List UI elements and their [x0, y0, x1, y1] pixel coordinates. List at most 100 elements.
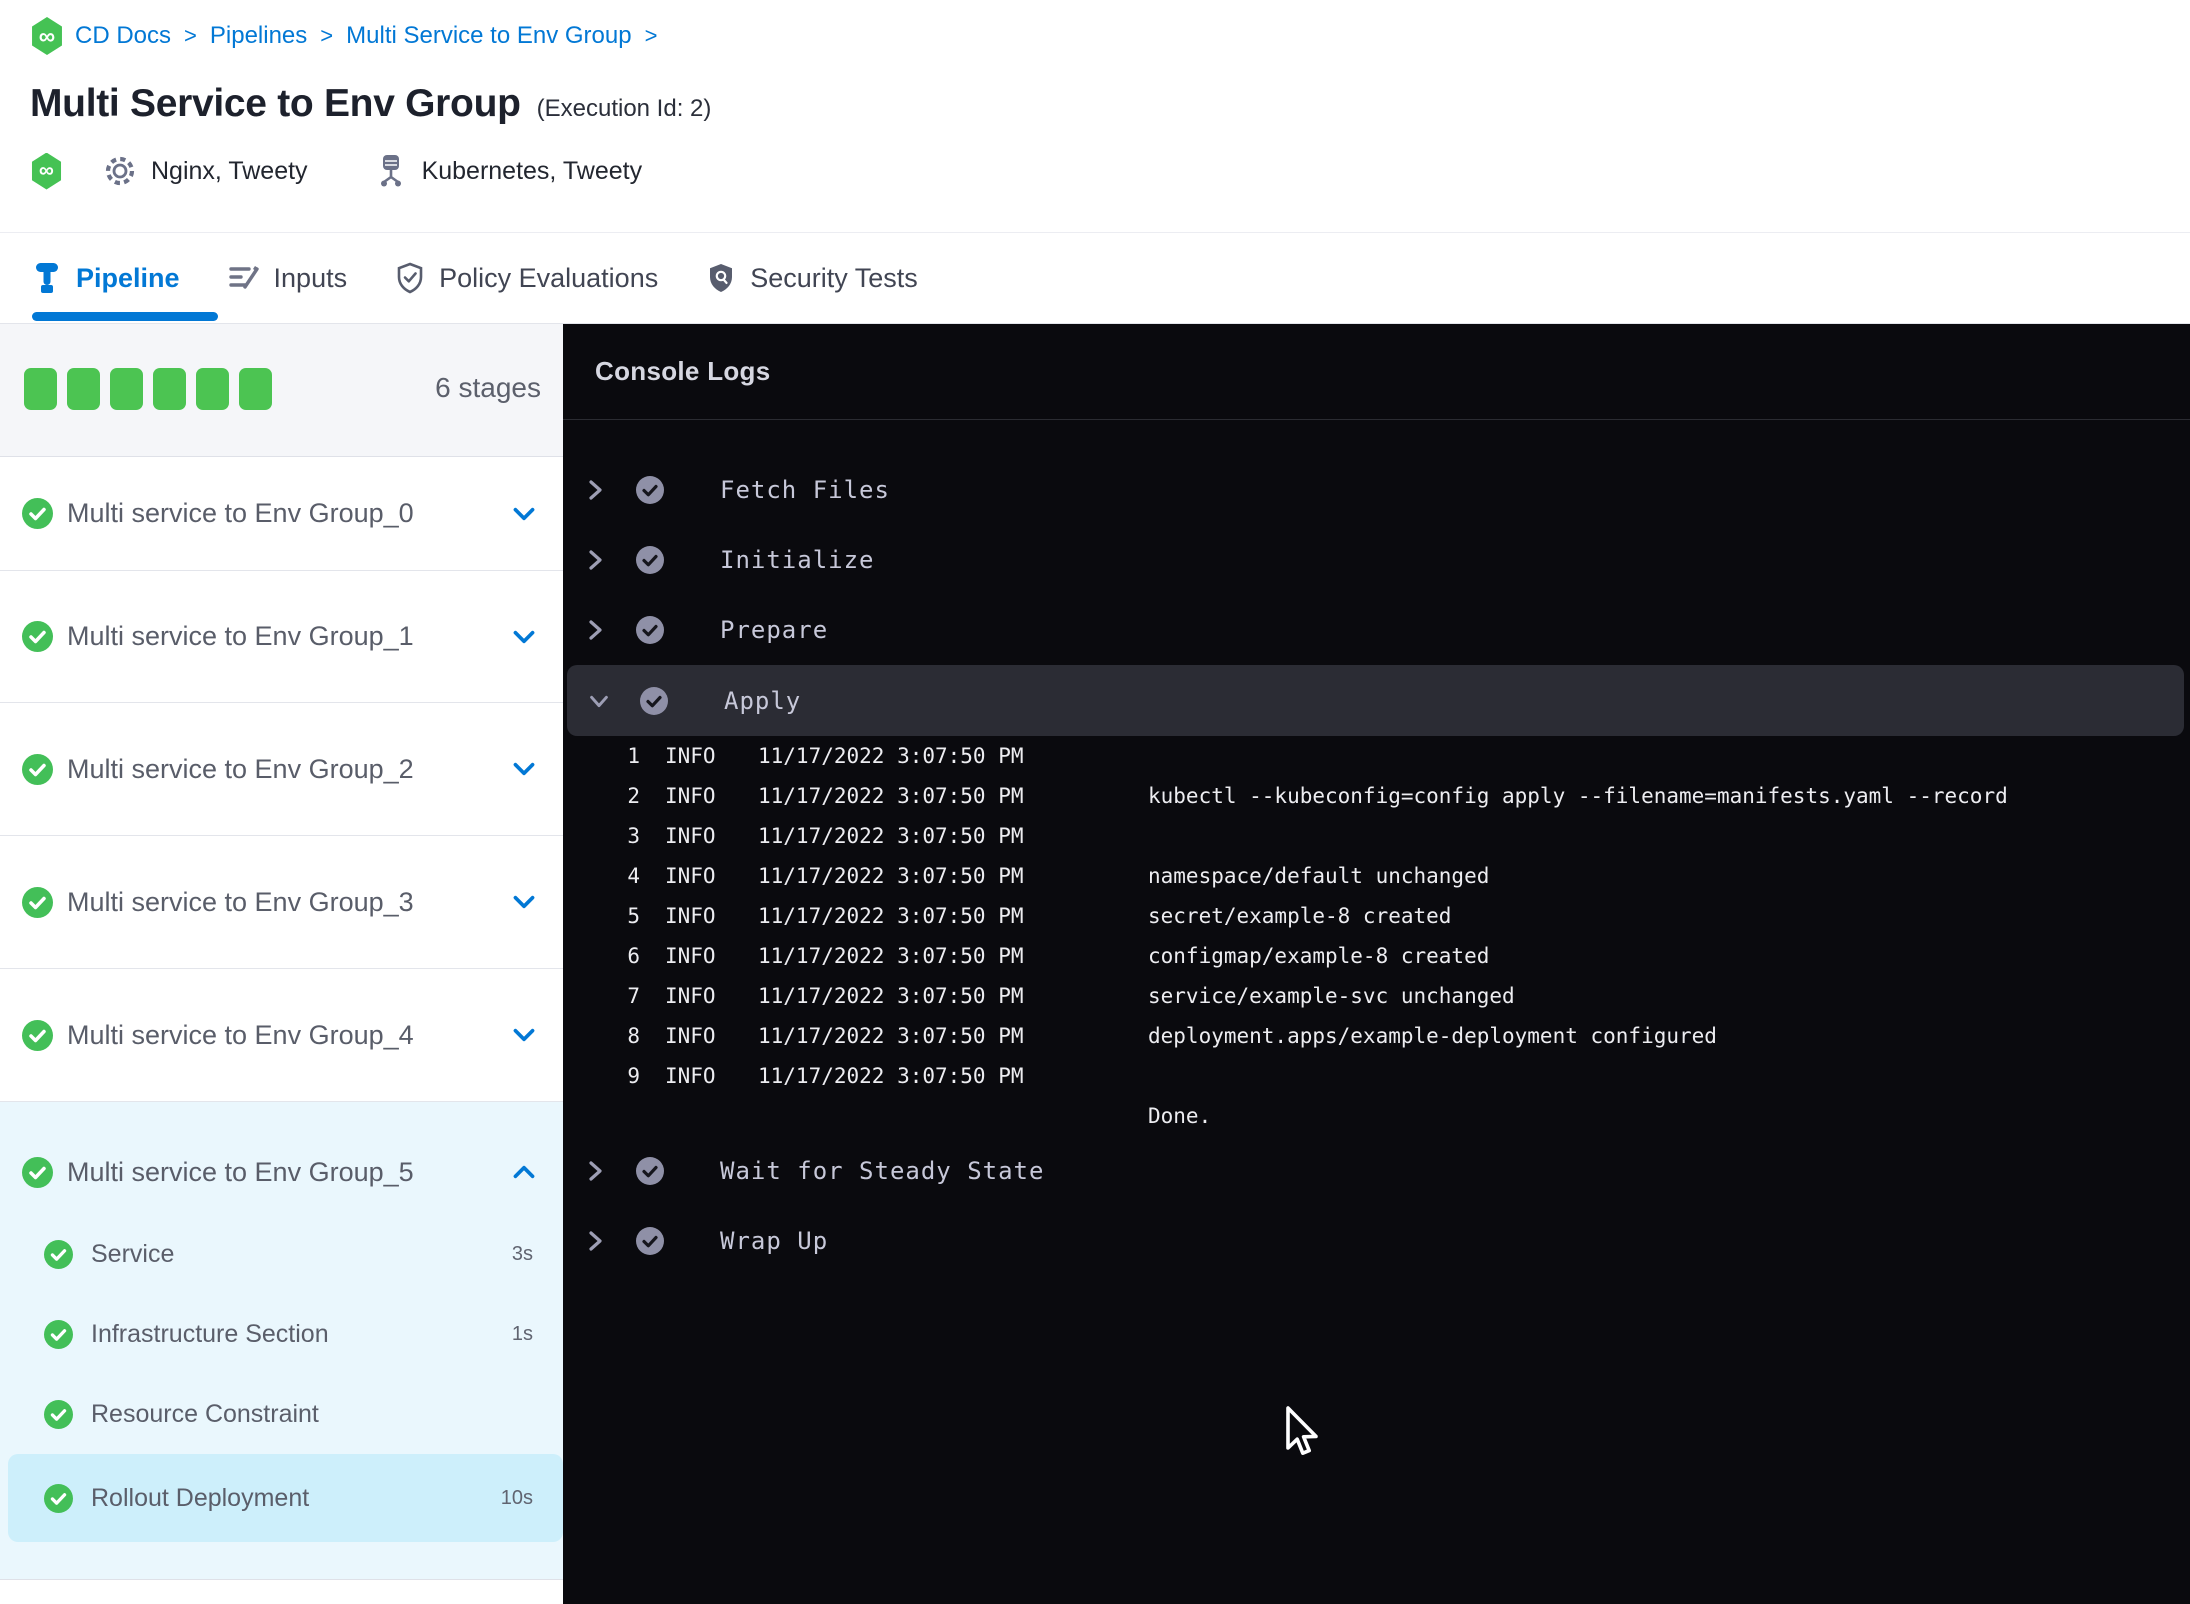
- log-line: 9 INFO 11/17/2022 3:07:50 PM: [563, 1056, 2190, 1096]
- sidebar-step-rollout-deployment[interactable]: Rollout Deployment 10s: [0, 1454, 563, 1542]
- shield-check-icon: [395, 262, 425, 294]
- sidebar-item-stage-5[interactable]: Multi service to Env Group_5: [0, 1130, 563, 1214]
- tab-pipeline[interactable]: Pipeline: [32, 262, 180, 294]
- pipeline-icon: [32, 262, 62, 294]
- console-header: Console Logs: [563, 324, 2190, 420]
- success-check-icon: [22, 621, 53, 652]
- breadcrumb-link[interactable]: Multi Service to Env Group: [346, 22, 631, 50]
- sidebar-item-stage-0[interactable]: Multi service to Env Group_0: [0, 457, 563, 571]
- environment-icon: [374, 153, 408, 189]
- log-line: 6 INFO 11/17/2022 3:07:50 PM configmap/exam…: [563, 936, 2190, 976]
- log-timestamp: 11/17/2022 3:07:50 PM: [758, 1024, 1024, 1048]
- console-title: Console Logs: [595, 356, 771, 386]
- success-check-icon: [44, 1239, 73, 1269]
- tab-inputs[interactable]: Inputs: [228, 263, 347, 294]
- success-check-icon: [44, 1319, 73, 1349]
- log-timestamp: 11/17/2022 3:07:50 PM: [758, 784, 1024, 808]
- stage-sidebar: 6 stages Multi service to Env Group_0 Mul…: [0, 324, 563, 1604]
- service-item: Nginx, Tweety: [103, 154, 308, 188]
- console-section-label: Prepare: [720, 616, 829, 644]
- chevron-down-icon[interactable]: [587, 690, 611, 712]
- chevron-right-icon[interactable]: [583, 1158, 607, 1184]
- console-section-fetch-files[interactable]: Fetch Files: [563, 455, 2190, 525]
- log-line: 5 INFO 11/17/2022 3:07:50 PM secret/example…: [563, 896, 2190, 936]
- log-message: secret/example-8 created: [1148, 904, 1452, 928]
- log-message: configmap/example-8 created: [1148, 944, 1490, 968]
- stage-progress-header: 6 stages: [0, 324, 563, 457]
- tab-bar: Pipeline Inputs Policy Evaluations Security…: [0, 232, 2190, 324]
- sidebar-step-resource-constraint[interactable]: Resource Constraint: [0, 1374, 563, 1454]
- shield-search-icon: [706, 262, 736, 294]
- stage-label: Multi service to Env Group_3: [67, 886, 414, 917]
- tab-security-tests[interactable]: Security Tests: [706, 262, 918, 294]
- step-duration: 1s: [511, 1322, 533, 1345]
- page-title-row: Multi Service to Env Group (Execution Id…: [30, 82, 711, 126]
- log-line: 2 INFO 11/17/2022 3:07:50 PM kubectl --kube…: [563, 776, 2190, 816]
- stage-progress-square: [67, 368, 100, 410]
- console-section-prepare[interactable]: Prepare: [563, 595, 2190, 665]
- chevron-down-icon[interactable]: [509, 499, 539, 529]
- log-line: 1 INFO 11/17/2022 3:07:50 PM: [563, 736, 2190, 776]
- console-section-wait-for-steady-state[interactable]: Wait for Steady State: [563, 1136, 2190, 1206]
- log-line: Done.: [563, 1096, 2190, 1136]
- log-timestamp: 11/17/2022 3:07:50 PM: [758, 744, 1024, 768]
- breadcrumb-link[interactable]: Pipelines: [210, 22, 307, 50]
- breadcrumb-separator: >: [320, 23, 334, 48]
- tab-policy-evaluations[interactable]: Policy Evaluations: [395, 262, 658, 294]
- step-success-check-icon: [638, 685, 670, 717]
- inputs-icon: [228, 263, 260, 293]
- success-check-icon: [44, 1483, 73, 1513]
- log-line: 7 INFO 11/17/2022 3:07:50 PM service/exampl…: [563, 976, 2190, 1016]
- console-section-apply[interactable]: Apply: [567, 665, 2184, 736]
- chevron-right-icon[interactable]: [583, 477, 607, 503]
- log-line-number: 3: [627, 824, 640, 848]
- sidebar-item-stage-1[interactable]: Multi service to Env Group_1: [0, 571, 563, 703]
- console-section-wrap-up[interactable]: Wrap Up: [563, 1206, 2190, 1276]
- log-line-number: 9: [627, 1064, 640, 1088]
- log-level: INFO: [665, 744, 716, 768]
- breadcrumb-link[interactable]: CD Docs: [75, 22, 171, 50]
- service-label: Nginx, Tweety: [151, 156, 308, 185]
- stage-label: Multi service to Env Group_4: [67, 1019, 414, 1050]
- chevron-right-icon[interactable]: [583, 1228, 607, 1254]
- harness-badge-icon: ∞: [31, 152, 62, 190]
- log-line-number: 2: [627, 784, 640, 808]
- stage-progress-square: [153, 368, 186, 410]
- log-timestamp: 11/17/2022 3:07:50 PM: [758, 864, 1024, 888]
- sidebar-item-stage-4[interactable]: Multi service to Env Group_4: [0, 969, 563, 1102]
- log-message: deployment.apps/example-deployment confi…: [1148, 1024, 1717, 1048]
- console-section-label: Wrap Up: [720, 1227, 829, 1255]
- step-success-check-icon: [634, 614, 666, 646]
- chevron-down-icon[interactable]: [509, 887, 539, 917]
- log-line-number: 5: [627, 904, 640, 928]
- chevron-down-icon[interactable]: [509, 622, 539, 652]
- execution-id-label: (Execution Id: 2): [536, 95, 712, 122]
- step-success-check-icon: [634, 474, 666, 506]
- harness-logo-icon: ∞: [32, 17, 62, 55]
- sidebar-item-stage-3[interactable]: Multi service to Env Group_3: [0, 836, 563, 969]
- step-success-check-icon: [634, 1225, 666, 1257]
- sidebar-item-stage-2[interactable]: Multi service to Env Group_2: [0, 703, 563, 836]
- active-tab-underline: [32, 312, 218, 321]
- chevron-down-icon[interactable]: [509, 1020, 539, 1050]
- sidebar-step-infrastructure-section[interactable]: Infrastructure Section 1s: [0, 1294, 563, 1374]
- log-line-number: 1: [627, 744, 640, 768]
- chevron-up-icon[interactable]: [509, 1157, 539, 1187]
- step-label: Resource Constraint: [91, 1399, 319, 1428]
- stage-progress-squares: [24, 368, 272, 410]
- chevron-right-icon[interactable]: [583, 617, 607, 643]
- sidebar-step-service[interactable]: Service 3s: [0, 1214, 563, 1294]
- step-label: Infrastructure Section: [91, 1319, 329, 1348]
- log-timestamp: 11/17/2022 3:07:50 PM: [758, 1064, 1024, 1088]
- breadcrumb-separator: >: [184, 23, 197, 48]
- log-level: INFO: [665, 784, 716, 808]
- tab-label: Pipeline: [76, 262, 180, 293]
- console-logs-panel: Console Logs Fetch Files Initialize Prepar…: [563, 324, 2190, 1604]
- console-section-initialize[interactable]: Initialize: [563, 525, 2190, 595]
- breadcrumb-separator: >: [644, 23, 658, 48]
- log-line: 8 INFO 11/17/2022 3:07:50 PM deployment.app…: [563, 1016, 2190, 1056]
- chevron-down-icon[interactable]: [509, 754, 539, 784]
- chevron-right-icon[interactable]: [583, 547, 607, 573]
- success-check-icon: [22, 1019, 53, 1051]
- console-section-label: Fetch Files: [720, 476, 890, 504]
